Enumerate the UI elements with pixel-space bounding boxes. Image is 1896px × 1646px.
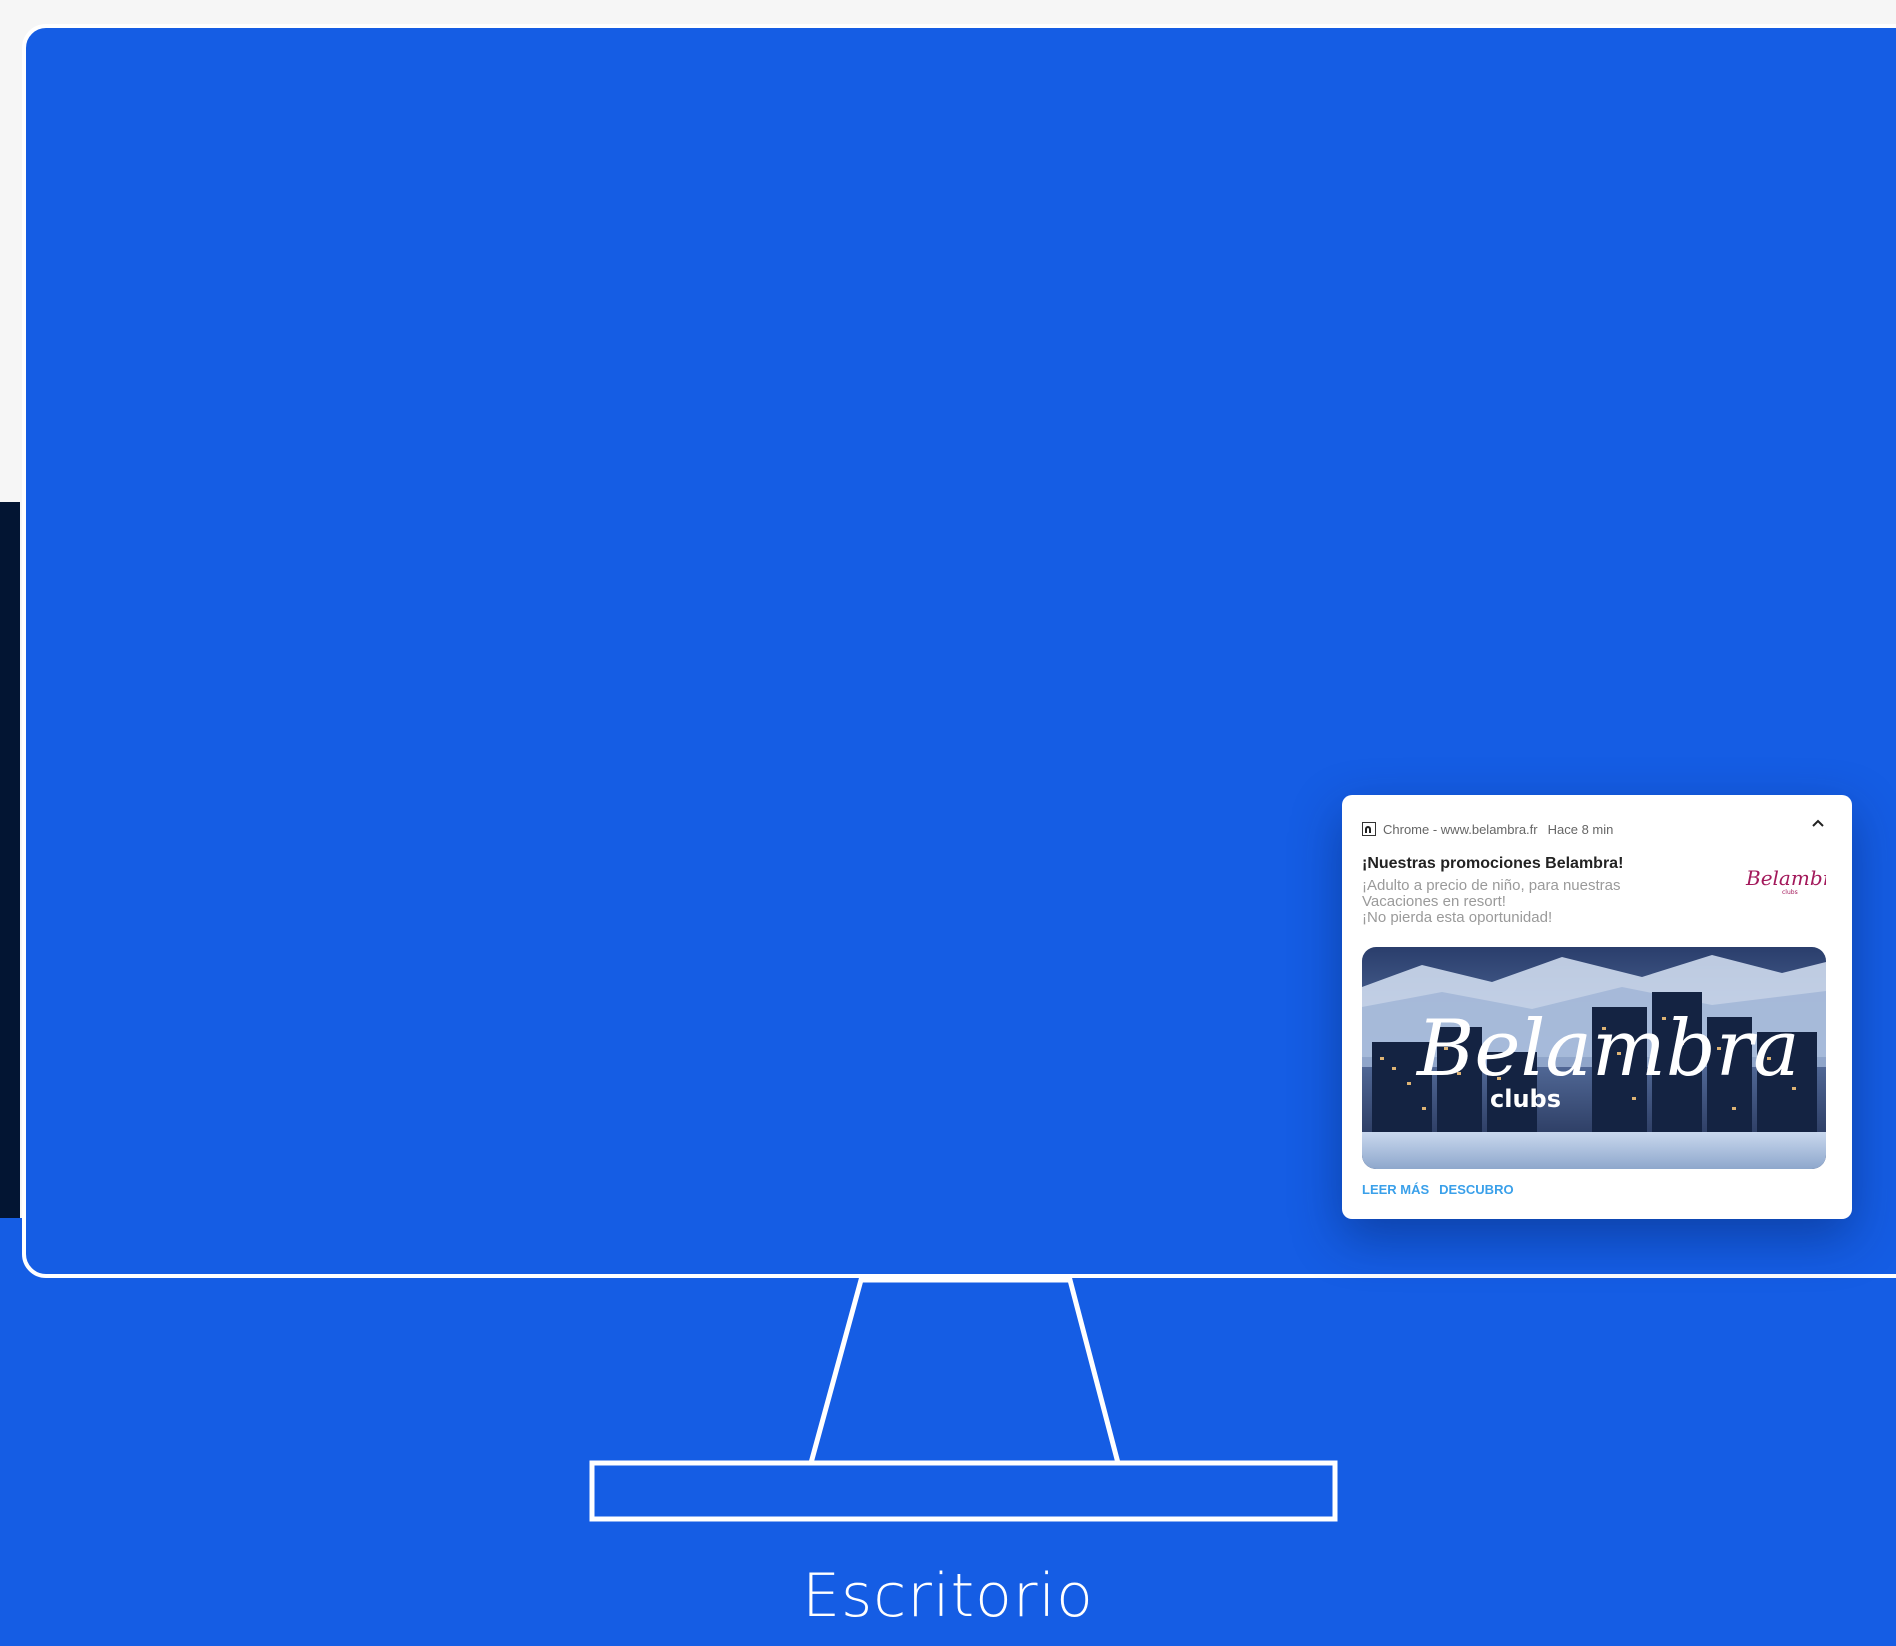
notification-actions: LEER MÁS DESCUBRO (1362, 1182, 1514, 1197)
notification-title: ¡Nuestras promociones Belambra! (1362, 855, 1624, 872)
logo-sub-text: clubs (1782, 889, 1798, 896)
notification-source: Chrome - www.belambra.fr (1383, 821, 1538, 837)
resort-night-image: Belambra clubs (1362, 947, 1826, 1169)
notification-header: Chrome - www.belambra.fr Hace 8 min (1362, 819, 1613, 839)
notification-time: Hace 8 min (1547, 821, 1614, 837)
collapse-button[interactable] (1806, 811, 1830, 835)
read-more-button[interactable]: LEER MÁS (1362, 1182, 1429, 1197)
notification-body: ¡Adulto a precio de niño, para nuestras … (1362, 878, 1692, 926)
device-caption: Escritorio (802, 1561, 1094, 1631)
push-notification[interactable]: Chrome - www.belambra.fr Hace 8 min ¡Nue… (1342, 795, 1852, 1219)
chevron-up-icon (1812, 819, 1824, 827)
logo-brand-text: Belambra (1745, 866, 1826, 890)
discover-button[interactable]: DESCUBRO (1439, 1182, 1513, 1197)
notification-body-line: ¡Adulto a precio de niño, para nuestras (1362, 877, 1621, 894)
image-sub-text: clubs (1490, 1085, 1561, 1113)
notification-hero-image: Belambra clubs (1362, 947, 1826, 1169)
image-brand-text: Belambra (1415, 1004, 1800, 1094)
belambra-logo: Belambra clubs (1745, 866, 1826, 896)
notification-app-icon (1362, 822, 1376, 836)
notification-body-line: ¡No pierda esta oportunidad! (1362, 909, 1553, 926)
notification-body-line: Vacaciones en resort! (1362, 893, 1506, 910)
side-dark-panel (0, 502, 20, 1218)
